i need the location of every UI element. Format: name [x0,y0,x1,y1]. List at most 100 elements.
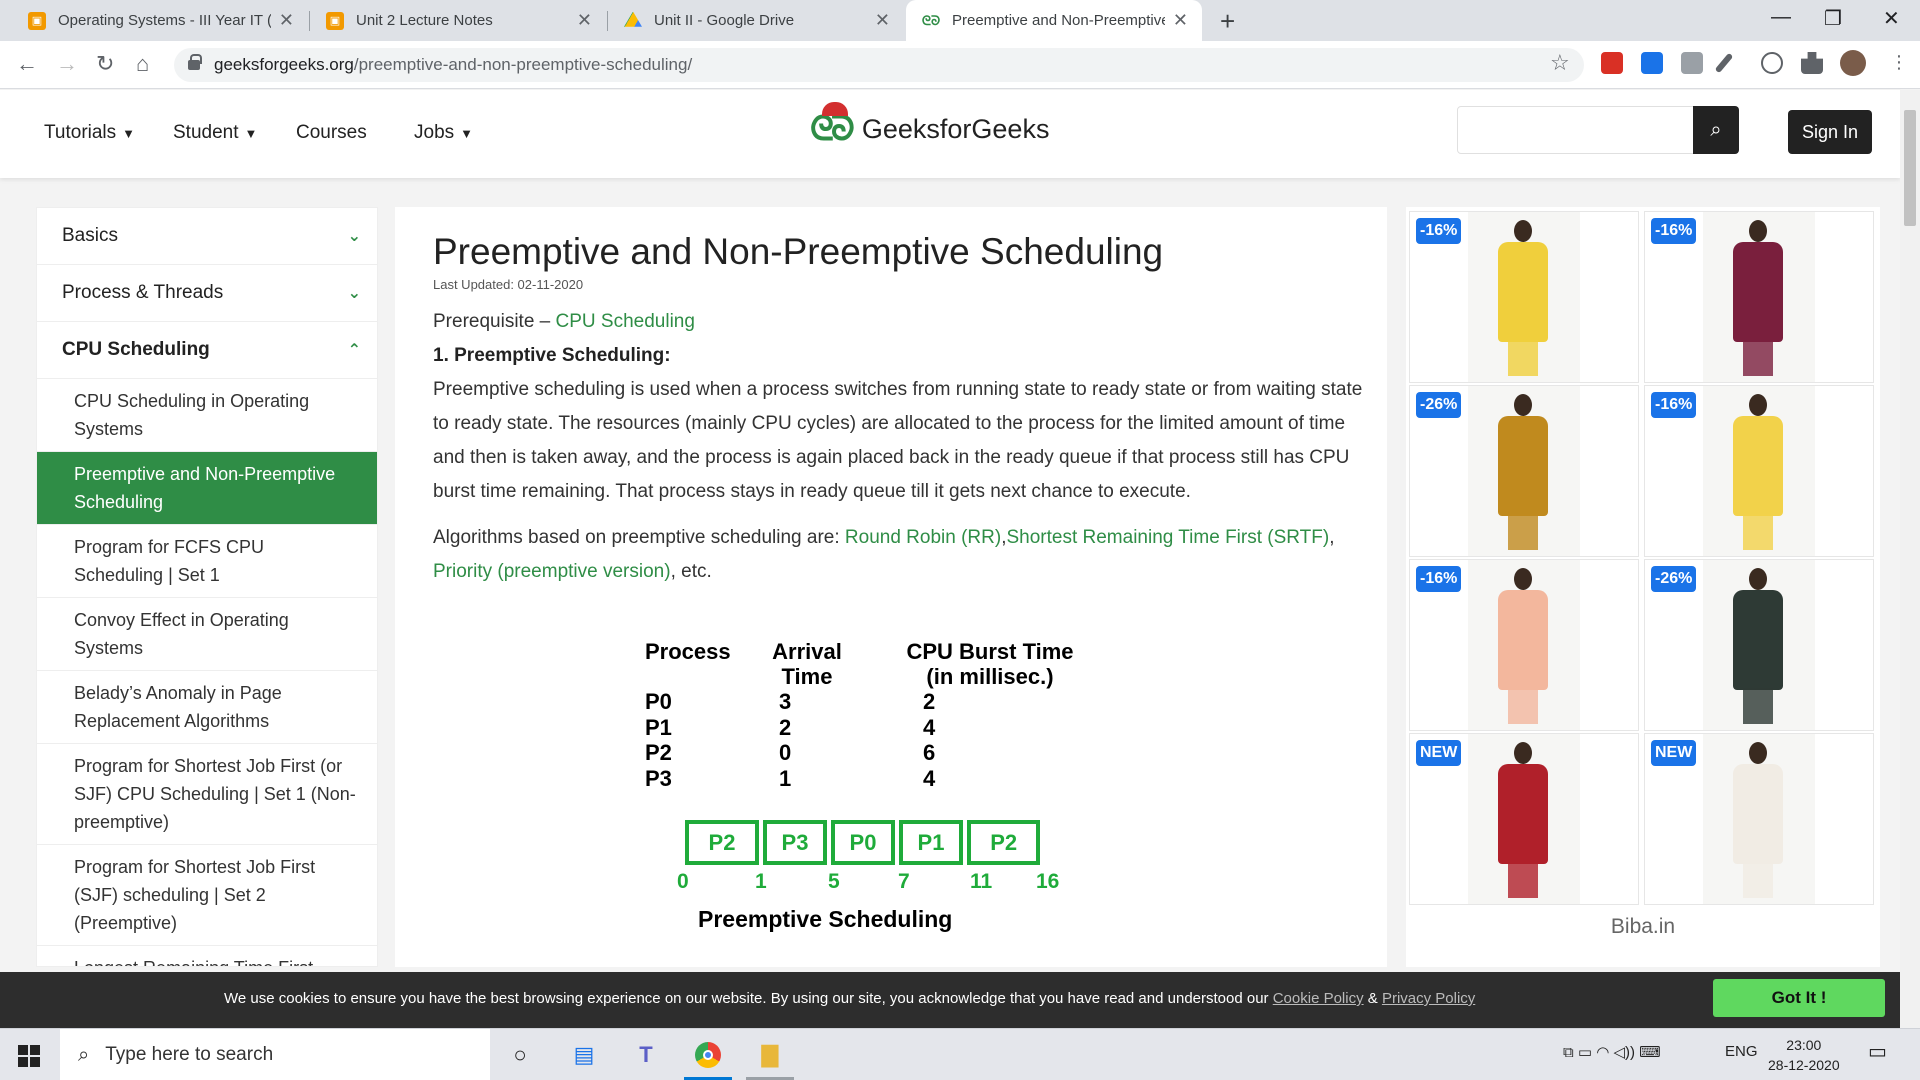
gantt-tick: 0 [677,870,689,893]
chrome-icon[interactable] [694,1041,722,1069]
table-header: Process [645,639,731,664]
link-cpu-scheduling[interactable]: CPU Scheduling [556,311,695,332]
clock[interactable]: 23:00 28-12-2020 [1768,1035,1840,1075]
accept-cookies-button[interactable]: Got It ! [1713,979,1885,1017]
section-label: CPU Scheduling [62,339,210,360]
tab-title: Preemptive and Non-Preemptive [952,12,1165,29]
notification-icon[interactable]: ▭ [1868,1039,1887,1064]
page-scrollbar[interactable] [1900,90,1920,1030]
ad-brand[interactable]: Biba.in [1406,915,1880,939]
last-updated: Last Updated: 02-11-2020 [433,277,584,292]
nav-tutorials[interactable]: Tutorials ▼ [44,122,135,144]
product-image [1703,734,1815,904]
pdf-extension-icon[interactable] [1601,52,1623,74]
table-header: CPU Burst Time (in millisec.) [906,639,1074,689]
ad-product-card[interactable]: -16% [1409,559,1639,731]
new-tab-button[interactable]: + [1220,6,1235,37]
screen-extension-icon[interactable] [1641,52,1663,74]
taskbar-search[interactable]: ⌕ Type here to search [60,1029,490,1080]
table-cell: 1 [779,765,792,791]
address-bar[interactable]: geeksforgeeks.org/preemptive-and-non-pre… [174,48,1584,82]
sidebar-section-cpu-scheduling[interactable]: CPU Scheduling ⌃ [37,322,377,379]
close-window-icon[interactable]: ✕ [1883,6,1900,31]
windows-start-icon[interactable] [18,1045,40,1067]
sidebar-item[interactable]: Program for Shortest Job First (or SJF) … [37,744,377,845]
search-placeholder: Type here to search [105,1044,274,1065]
paragraph: Preemptive scheduling is used when a pro… [433,379,1363,502]
home-icon[interactable]: ⌂ [136,51,149,77]
taskbar: ⌕ Type here to search ○ ▤ T ▇ ⧉ ▭ ◠ ◁)) … [0,1028,1920,1080]
forward-icon[interactable]: → [56,51,78,77]
prereq-label: Prerequisite – [433,311,556,332]
link-priority[interactable]: Priority (preemptive version) [433,561,671,582]
table-cell: 0 [779,740,792,765]
privacy-policy-link[interactable]: Privacy Policy [1382,990,1475,1007]
sidebar-item[interactable]: CPU Scheduling in Operating Systems [37,379,377,452]
extension-icon[interactable] [1761,52,1783,74]
close-icon[interactable]: ✕ [1173,10,1188,31]
sidebar-item[interactable]: Longest Remaining Time First [37,946,377,966]
ad-product-card[interactable]: -26% [1644,559,1874,731]
avatar[interactable] [1840,50,1866,76]
cookie-banner: We use cookies to ensure you have the be… [0,972,1900,1028]
cortana-icon[interactable]: ○ [506,1041,534,1069]
bookmark-star-icon[interactable]: ☆ [1550,50,1570,76]
ad-product-card[interactable]: -16% [1644,385,1874,557]
close-icon[interactable]: ✕ [875,10,890,31]
ad-product-card[interactable]: NEW [1644,733,1874,905]
cookie-policy-link[interactable]: Cookie Policy [1273,990,1364,1007]
camera-extension-icon[interactable] [1681,52,1703,74]
ad-product-card[interactable]: -16% [1409,211,1639,383]
system-tray-icons[interactable]: ⧉ ▭ ◠ ◁)) ⌨ [1563,1043,1661,1061]
maximize-icon[interactable]: ❐ [1824,6,1842,31]
minimize-icon[interactable]: — [1771,6,1791,29]
table-cell: 4 [923,714,936,740]
teams-icon[interactable]: T [632,1041,660,1069]
task-view-icon[interactable]: ▤ [570,1041,598,1069]
gantt-segment: P2 [685,820,759,865]
sidebar-item[interactable]: Convoy Effect in Operating Systems [37,598,377,671]
ad-product-card[interactable]: NEW [1409,733,1639,905]
nav-courses[interactable]: Courses [296,122,367,144]
product-image [1703,386,1815,556]
scroll-thumb[interactable] [1904,110,1916,226]
algos-tail: , etc. [670,561,712,582]
discount-badge: NEW [1416,740,1462,766]
tab-lecture-notes[interactable]: ▣ Unit 2 Lecture Notes ✕ [310,0,606,41]
search-input[interactable] [1457,106,1694,154]
tab-title: Operating Systems - III Year IT (B… [58,12,271,29]
gfg-logo-icon: ᘓᘐ [810,102,855,149]
sidebar-section-process-threads[interactable]: Process & Threads ⌄ [37,265,377,322]
nav-jobs[interactable]: Jobs ▼ [414,122,473,144]
link-round-robin[interactable]: Round Robin (RR) [845,527,1001,548]
close-icon[interactable]: ✕ [279,10,294,31]
browser-menu-icon[interactable]: ⋮ [1890,52,1908,73]
ad-product-card[interactable]: -16% [1644,211,1874,383]
tab-os-course[interactable]: ▣ Operating Systems - III Year IT (B… ✕ [12,0,308,41]
search-icon: ⌕ [1710,118,1722,141]
cookie-text: We use cookies to ensure you have the be… [224,990,1475,1007]
search-button[interactable]: ⌕ [1693,106,1739,154]
sidebar-item[interactable]: Belady’s Anomaly in Page Replacement Alg… [37,671,377,744]
language-indicator[interactable]: ENG [1725,1043,1758,1060]
tab-google-drive[interactable]: Unit II - Google Drive ✕ [608,0,904,41]
chevron-down-icon: ▼ [460,125,474,141]
back-icon[interactable]: ← [16,51,38,77]
file-explorer-icon[interactable]: ▇ [756,1041,784,1069]
tab-preemptive[interactable]: ᘓᘐ Preemptive and Non-Preemptive ✕ [906,0,1202,41]
classroom-icon: ▣ [326,11,344,30]
link-srtf[interactable]: Shortest Remaining Time First (SRTF) [1006,527,1329,548]
gfg-logo[interactable]: ᘓᘐ GeeksforGeeks [810,102,1049,149]
sidebar-item[interactable]: Program for FCFS CPU Scheduling | Set 1 [37,525,377,598]
page-title: Preemptive and Non-Preemptive Scheduling [433,231,1164,272]
reload-icon[interactable]: ↻ [96,51,114,77]
sidebar-item[interactable]: Program for Shortest Job First (SJF) sch… [37,845,377,946]
url-host: geeksforgeeks.org [214,55,354,74]
ad-product-card[interactable]: -26% [1409,385,1639,557]
sidebar-item-active[interactable]: Preemptive and Non-Preemptive Scheduling [37,452,377,525]
close-icon[interactable]: ✕ [577,10,592,31]
sidebar-section-basics[interactable]: Basics ⌄ [37,208,377,265]
table-cell: 6 [923,740,936,765]
sign-in-button[interactable]: Sign In [1788,110,1872,154]
nav-student[interactable]: Student ▼ [173,122,257,144]
